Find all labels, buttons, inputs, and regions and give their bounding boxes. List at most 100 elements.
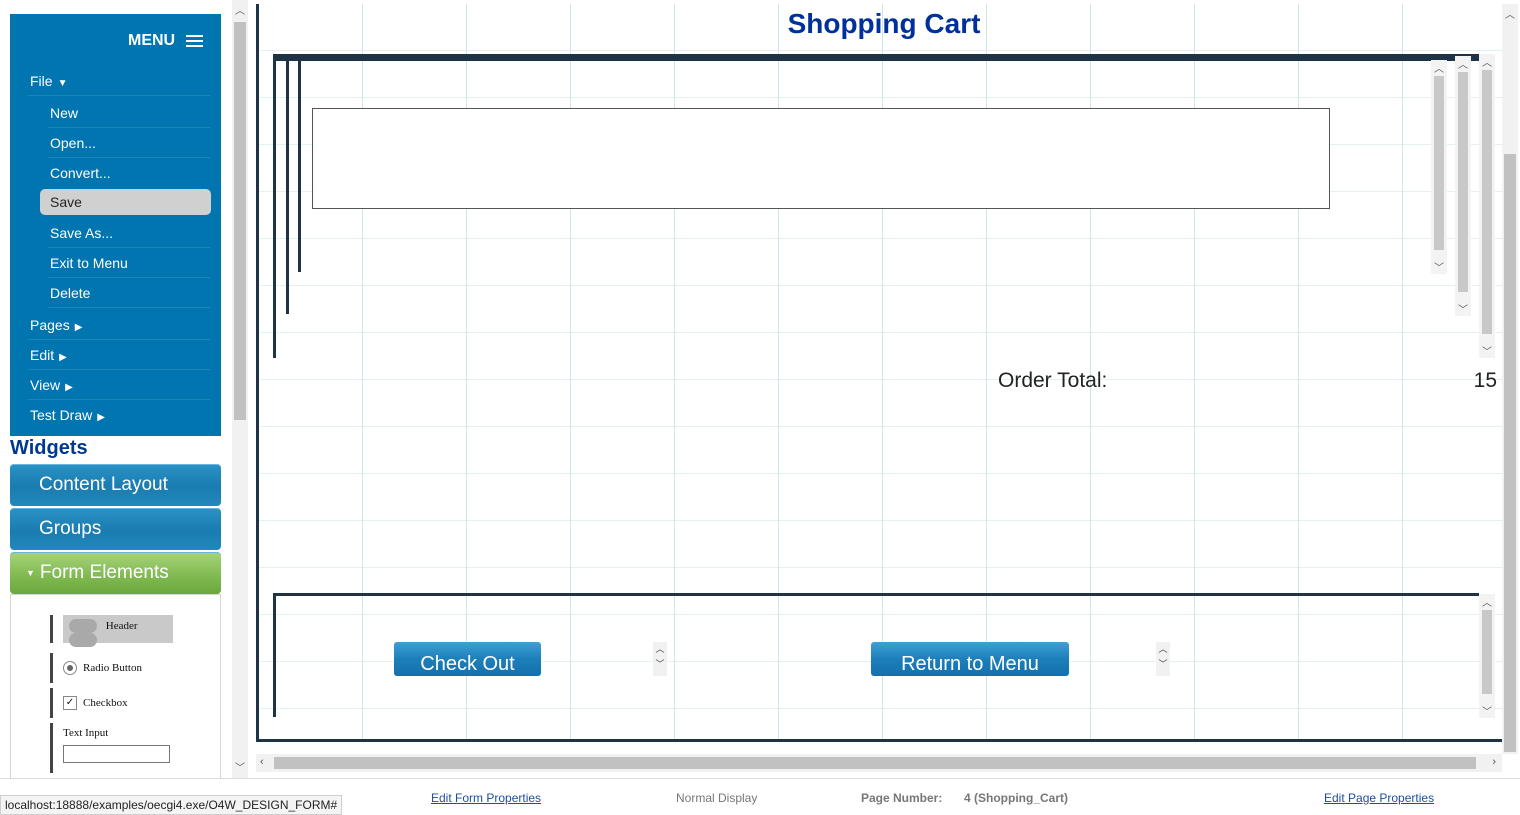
menu-item-open-label: Open... bbox=[50, 135, 96, 151]
chevron-down-icon[interactable]: ﹀ bbox=[1458, 301, 1468, 316]
widget-radio-label: Radio Button bbox=[83, 662, 142, 674]
menu-item-new-label: New bbox=[50, 105, 79, 121]
chevron-down-icon[interactable]: ﹀ bbox=[1482, 703, 1492, 718]
page-title: Shopping Cart bbox=[787, 8, 981, 39]
return-spinner[interactable]: ︿ ﹀ bbox=[1156, 642, 1170, 676]
widget-radio-button[interactable]: Radio Button bbox=[50, 653, 183, 683]
widget-text-input[interactable]: Text Input bbox=[50, 723, 183, 773]
widget-checkbox[interactable]: ✓ Checkbox bbox=[50, 688, 183, 718]
triangle-right-icon: ▶ bbox=[65, 382, 73, 393]
widget-text-input-label: Text Input bbox=[63, 727, 109, 739]
menu-item-convert-label: Convert... bbox=[50, 165, 111, 181]
chevron-down-icon[interactable]: ﹀ bbox=[232, 759, 248, 774]
radio-icon bbox=[63, 661, 77, 676]
canvas-vertical-thumb[interactable] bbox=[1504, 154, 1516, 752]
menu-item-test-draw[interactable]: Test Draw ▶ bbox=[30, 400, 210, 430]
chevron-up-icon[interactable]: ︿ bbox=[1482, 58, 1492, 69]
outer-scrollbar[interactable]: ︿ ﹀ bbox=[1479, 54, 1495, 358]
accordion-form-elements[interactable]: ▼ Form Elements bbox=[10, 552, 221, 594]
menu-item-pages-label: Pages bbox=[30, 317, 70, 333]
chevron-up-icon[interactable]: ︿ bbox=[1502, 6, 1518, 21]
menu-item-view[interactable]: View ▶ bbox=[28, 370, 210, 400]
chevron-up-icon[interactable]: ︿ bbox=[1482, 598, 1492, 609]
widget-checkbox-label: Checkbox bbox=[83, 697, 128, 709]
text-input-preview bbox=[63, 745, 170, 763]
sidebar-scrollbar-thumb[interactable] bbox=[234, 22, 246, 420]
order-total-label: Order Total: bbox=[998, 369, 1108, 392]
inner-scrollbar[interactable]: ︿ ﹀ bbox=[1431, 60, 1447, 274]
page-number-value: 4 (Shopping_Cart) bbox=[964, 791, 1068, 805]
chevron-down-icon[interactable]: ﹀ bbox=[1434, 259, 1444, 274]
frame-left-border bbox=[286, 56, 289, 314]
main-menu-panel: MENU File ▼ New Open... Convert... Save S… bbox=[10, 14, 221, 436]
mid-scrollbar[interactable]: ︿ ﹀ bbox=[1455, 56, 1471, 316]
menu-item-save-as[interactable]: Save As... bbox=[48, 218, 210, 248]
checkmark-icon: ✓ bbox=[63, 696, 77, 711]
widget-header-label: Header bbox=[105, 620, 138, 632]
menu-item-exit-to-menu[interactable]: Exit to Menu bbox=[48, 248, 210, 278]
widgets-heading: Widgets bbox=[10, 437, 88, 459]
pill-icon bbox=[69, 633, 97, 647]
widget-header[interactable]: Header bbox=[50, 615, 173, 647]
triangle-right-icon: ▶ bbox=[97, 412, 105, 423]
check-out-button[interactable]: Check Out bbox=[394, 642, 541, 676]
menu-toggle[interactable]: MENU bbox=[128, 32, 203, 50]
accordion-content-layout[interactable]: Content Layout bbox=[10, 464, 221, 506]
accordion-content-layout-label: Content Layout bbox=[39, 474, 168, 495]
triangle-right-icon: ▶ bbox=[74, 322, 83, 333]
design-canvas[interactable]: Shopping Cart ︿ ﹀ ︿ ﹀ ︿ ﹀ Order Total: 1… bbox=[256, 4, 1502, 742]
menu-item-file[interactable]: File ▼ bbox=[28, 66, 210, 96]
chevron-up-icon[interactable]: ︿ bbox=[232, 2, 248, 17]
menu-item-delete-label: Delete bbox=[50, 285, 91, 301]
canvas-vertical-scrollbar[interactable]: ︿ bbox=[1502, 4, 1518, 754]
edit-form-properties-link[interactable]: Edit Form Properties bbox=[431, 791, 541, 805]
chevron-right-icon[interactable]: › bbox=[1492, 756, 1496, 768]
menu-item-save-label: Save bbox=[50, 194, 82, 210]
frame-left-border bbox=[273, 593, 276, 717]
triangle-down-icon: ▼ bbox=[57, 78, 68, 89]
menu-item-file-label: File bbox=[30, 73, 53, 89]
chevron-up-icon[interactable]: ︿ bbox=[1458, 60, 1468, 71]
menu-item-delete[interactable]: Delete bbox=[48, 278, 210, 308]
sidebar: MENU File ▼ New Open... Convert... Save S… bbox=[0, 0, 232, 778]
canvas-horizontal-thumb[interactable] bbox=[274, 757, 1476, 769]
menu-item-edit-label: Edit bbox=[30, 347, 55, 363]
cart-items-textarea[interactable] bbox=[312, 108, 1330, 209]
frame-left-border bbox=[298, 58, 301, 272]
frame-left-border bbox=[273, 54, 276, 358]
return-to-menu-button[interactable]: Return to Menu bbox=[871, 642, 1069, 676]
menu-item-edit[interactable]: Edit ▶ bbox=[28, 340, 210, 370]
menu-item-new[interactable]: New bbox=[48, 98, 210, 128]
accordion-groups[interactable]: Groups bbox=[10, 508, 221, 550]
order-total-value: 15 bbox=[1473, 369, 1497, 392]
page-number-label: Page Number: bbox=[861, 791, 943, 805]
menu-item-convert[interactable]: Convert... bbox=[50, 158, 210, 188]
sidebar-scrollbar[interactable]: ︿ ﹀ bbox=[232, 0, 248, 778]
hamburger-icon bbox=[185, 32, 203, 50]
form-elements-panel: Header Radio Button ✓ Checkbox Text Input bbox=[10, 594, 221, 778]
menu-title: MENU bbox=[128, 32, 176, 50]
menu-item-save[interactable]: Save bbox=[40, 189, 211, 215]
menu-item-exit-label: Exit to Menu bbox=[50, 255, 128, 271]
triangle-down-icon: ▼ bbox=[26, 568, 35, 578]
edit-page-properties-link[interactable]: Edit Page Properties bbox=[1324, 791, 1434, 805]
pill-icon bbox=[69, 619, 97, 633]
chevron-up-icon[interactable]: ︿ bbox=[1434, 64, 1444, 75]
buttons-group-frame bbox=[273, 593, 1479, 596]
display-mode-text: Normal Display bbox=[676, 791, 758, 805]
triangle-right-icon: ▶ bbox=[59, 352, 67, 363]
accordion-form-elements-label: Form Elements bbox=[39, 562, 169, 584]
menu-item-pages[interactable]: Pages ▶ bbox=[28, 310, 210, 340]
menu-item-open[interactable]: Open... bbox=[48, 128, 210, 158]
menu-item-save-as-label: Save As... bbox=[50, 225, 114, 241]
buttons-group-scrollbar[interactable]: ︿ ﹀ bbox=[1479, 594, 1495, 718]
menu-item-test-draw-label: Test Draw bbox=[30, 407, 93, 423]
chevron-down-icon[interactable]: ﹀ bbox=[1482, 343, 1492, 358]
check-out-spinner[interactable]: ︿ ﹀ bbox=[653, 642, 667, 676]
accordion-groups-label: Groups bbox=[39, 518, 102, 539]
cart-group-frame bbox=[273, 54, 1479, 61]
canvas-horizontal-scrollbar[interactable]: ‹ › bbox=[256, 754, 1502, 772]
menu-item-view-label: View bbox=[30, 377, 61, 393]
browser-status-url: localhost:18888/examples/oecgi4.exe/O4W_… bbox=[0, 795, 343, 815]
chevron-left-icon[interactable]: ‹ bbox=[260, 756, 264, 768]
